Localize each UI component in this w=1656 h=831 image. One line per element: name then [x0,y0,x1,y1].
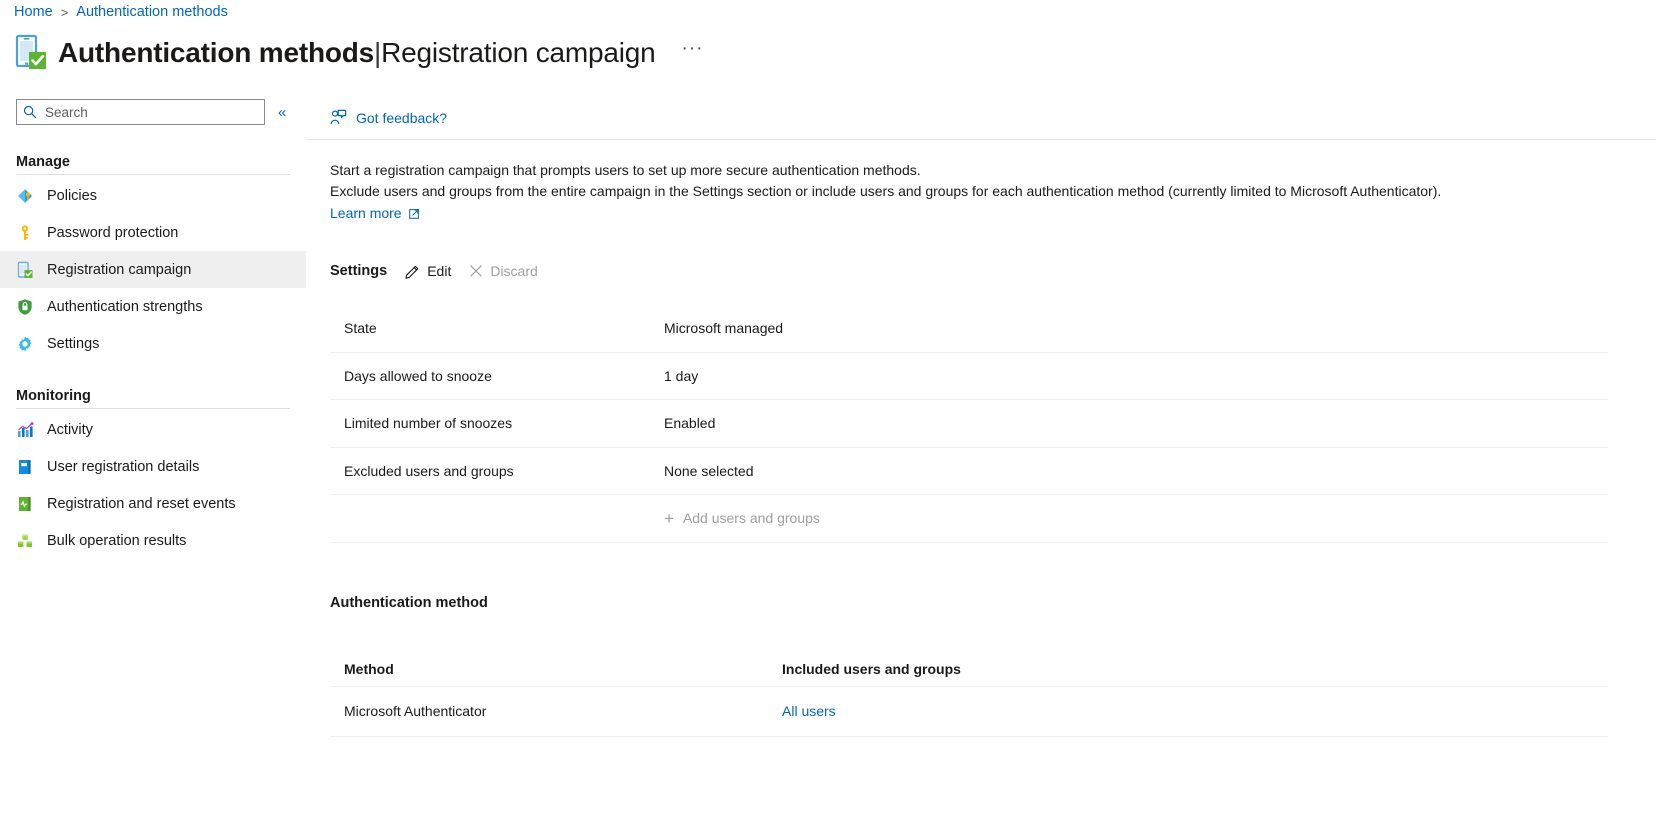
breadcrumb-authentication-methods[interactable]: Authentication methods [76,4,228,20]
plus-icon: + [664,508,674,528]
mobile-check-icon [14,33,48,73]
breadcrumb-separator: > [60,4,69,20]
sidebar-item-label: Activity [47,421,93,438]
sidebar-item-bulk-operation-results[interactable]: Bulk operation results [0,522,306,559]
sidebar-group-title-monitoring: Monitoring [16,388,91,404]
discard-label: Discard [490,263,538,279]
setting-value: Microsoft managed [664,320,784,337]
got-feedback-label: Got feedback? [356,109,448,126]
edit-button[interactable]: Edit [405,263,451,279]
description-line-1: Start a registration campaign that promp… [330,162,921,178]
search-icon [23,105,37,119]
more-options-button[interactable]: ··· [682,39,704,62]
sidebar-item-password-protection[interactable]: Password protection [0,214,306,251]
pencil-icon [405,264,420,279]
sidebar-item-activity[interactable]: Activity [0,411,306,448]
table-row[interactable]: State Microsoft managed [330,305,1608,353]
sidebar-group-title-manage: Manage [16,154,70,170]
external-link-icon [408,208,420,219]
edit-label: Edit [427,263,452,279]
table-row[interactable]: Microsoft Authenticator All users [330,687,1608,737]
blue-book-icon [16,458,34,476]
authentication-method-title: Authentication method [330,594,488,611]
add-users-and-groups-button[interactable]: + Add users and groups [330,495,1608,543]
bar-chart-icon [16,421,34,439]
gear-icon [16,335,34,353]
table-row[interactable]: Excluded users and groups None selected [330,448,1608,495]
page-header: Authentication methods|Registration camp… [14,28,704,78]
settings-table: State Microsoft managed Days allowed to … [330,305,1608,543]
sidebar-item-settings[interactable]: Settings [0,325,306,362]
add-users-and-groups-label: Add users and groups [682,510,820,527]
setting-key: Days allowed to snooze [344,367,492,384]
sidebar-item-authentication-strengths[interactable]: Authentication strengths [0,288,306,325]
policies-icon [16,187,34,205]
setting-value: Enabled [664,415,716,432]
sidebar-item-label: Password protection [47,224,179,241]
sidebar-item-label: Authentication strengths [47,298,203,315]
search-box[interactable] [16,99,265,125]
setting-key: Limited number of snoozes [344,415,513,432]
command-bar: Got feedback? [306,96,1656,140]
sidebar-item-label: Registration campaign [47,261,192,278]
mobile-check-icon [16,261,34,279]
sidebar: « Manage Policies Password protection [0,96,306,831]
collapse-sidebar-button[interactable]: « [278,105,286,120]
discard-button[interactable]: Discard [469,263,538,279]
table-row[interactable]: Limited number of snoozes Enabled [330,400,1608,448]
key-icon [16,224,34,242]
green-book-icon [16,495,34,513]
content-area: Start a registration campaign that promp… [306,140,1656,737]
page-title-sub: Registration campaign [381,37,656,68]
settings-section-header: Settings Edit Discard [330,263,1632,279]
table-row[interactable]: Days allowed to snooze 1 day [330,353,1608,400]
sidebar-item-label: User registration details [47,458,200,475]
page-title-main: Authentication methods [58,37,375,68]
method-name: Microsoft Authenticator [344,703,487,719]
setting-key: Excluded users and groups [344,462,514,479]
authentication-method-table: Method Included users and groups Microso… [330,653,1608,737]
column-header-included-users: Included users and groups [782,661,961,677]
setting-value: 1 day [664,367,699,384]
sidebar-item-registration-and-reset-events[interactable]: Registration and reset events [0,485,306,522]
sidebar-divider-monitoring [16,408,290,409]
sidebar-item-label: Settings [47,335,100,352]
setting-key: State [344,320,377,337]
feedback-person-icon [330,109,347,126]
sidebar-divider-manage [16,174,290,175]
column-header-method: Method [344,661,394,677]
search-input[interactable] [43,103,258,121]
bulk-blocks-icon [16,532,34,550]
sidebar-item-label: Registration and reset events [47,495,236,512]
shield-lock-icon [16,298,34,316]
breadcrumb-home[interactable]: Home [14,4,53,20]
learn-more-label: Learn more [330,205,402,221]
sidebar-item-label: Policies [47,187,97,204]
description-line-2: Exclude users and groups from the entire… [330,183,1442,199]
sidebar-item-label: Bulk operation results [47,532,187,549]
sidebar-item-registration-campaign[interactable]: Registration campaign [0,251,306,288]
got-feedback-button[interactable]: Got feedback? [330,109,447,126]
setting-value: None selected [664,462,754,479]
table-header-row: Method Included users and groups [330,653,1608,687]
sidebar-item-policies[interactable]: Policies [0,177,306,214]
page-title: Authentication methods|Registration camp… [58,37,656,69]
close-x-icon [469,264,483,278]
included-users-link[interactable]: All users [782,703,836,719]
learn-more-link[interactable]: Learn more [330,205,420,221]
sidebar-item-user-registration-details[interactable]: User registration details [0,448,306,485]
sidebar-search-row: « [0,96,306,128]
main-content: Got feedback? Start a registration campa… [306,96,1656,831]
breadcrumb: Home > Authentication methods [14,0,228,24]
settings-title: Settings [330,263,388,279]
